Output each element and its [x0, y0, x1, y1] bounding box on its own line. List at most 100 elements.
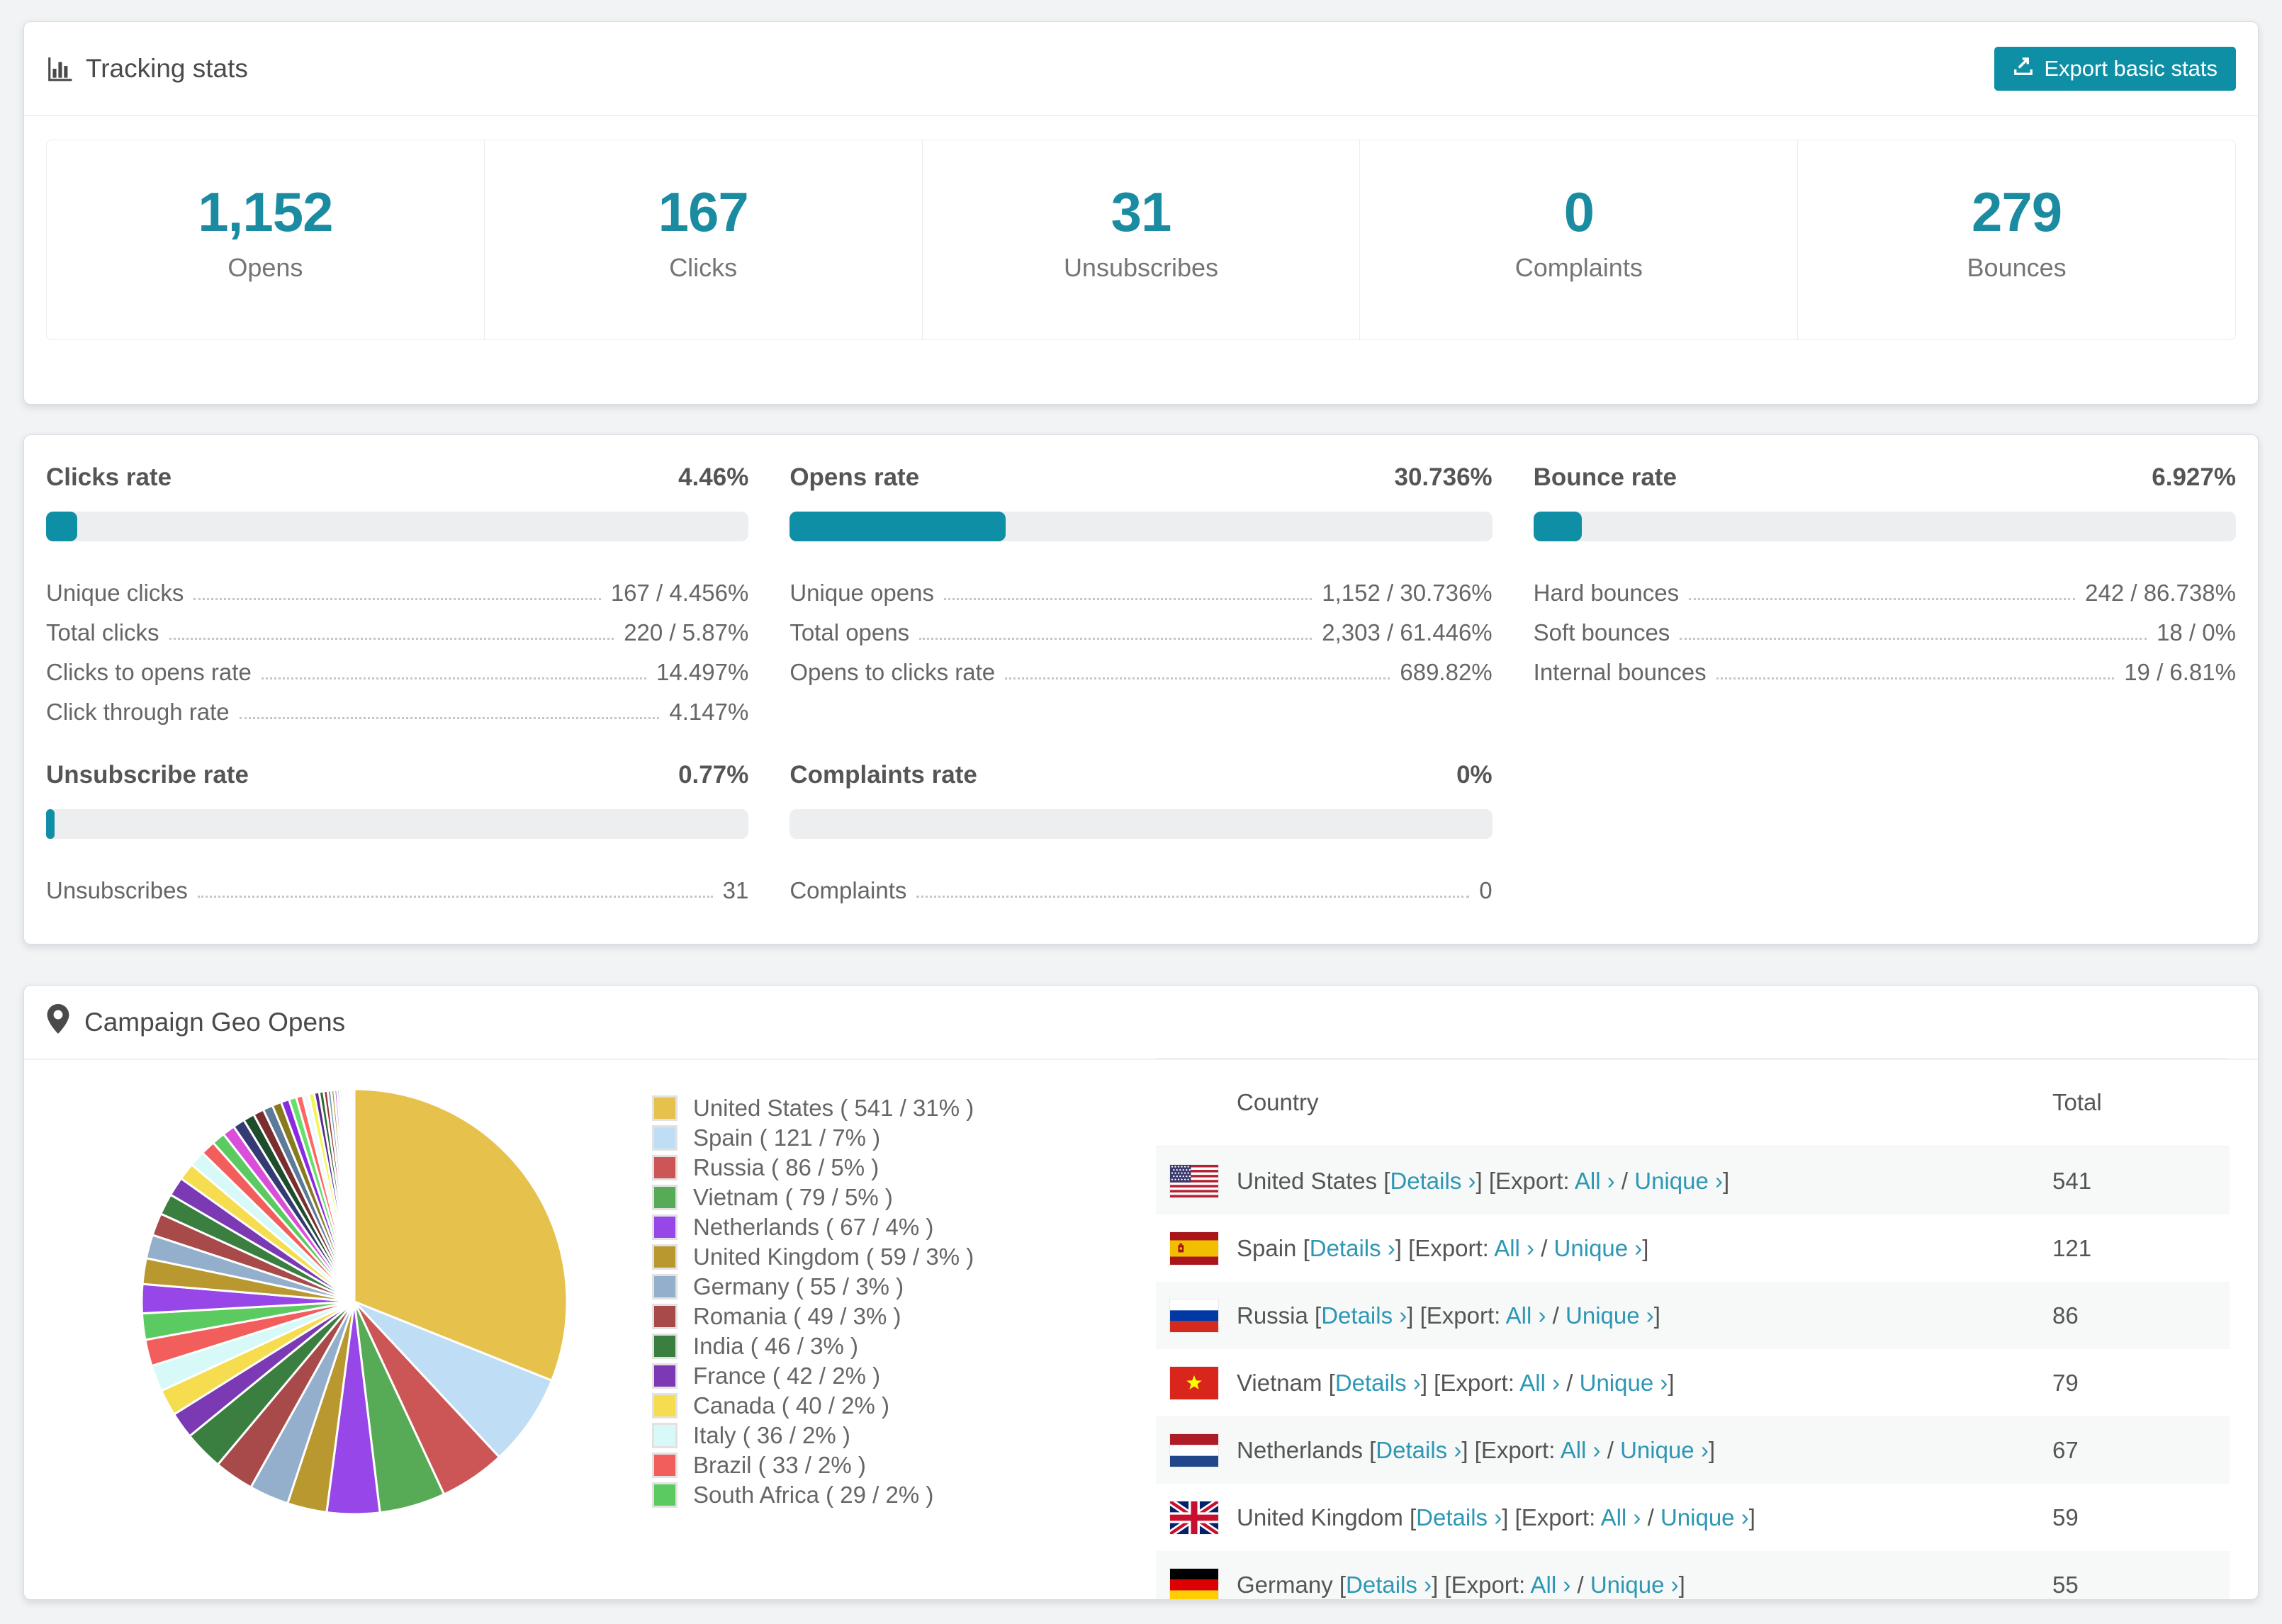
legend-item: South Africa ( 29 / 2% ) [652, 1480, 1141, 1510]
bracket: [ [1369, 1436, 1376, 1463]
rate-block: Clicks rate 4.46% Unique clicks 167 / 4.456… [46, 463, 749, 726]
details-link[interactable]: Details › [1376, 1437, 1461, 1463]
metric-value: 19 / 6.81% [2124, 659, 2236, 685]
stat-label: Clicks [669, 253, 738, 282]
metric-leader [193, 598, 601, 600]
rate-header: Complaints rate 0% [789, 761, 1492, 789]
export-basic-stats-button[interactable]: Export basic stats [1994, 46, 2236, 91]
legend-label: Vietnam ( 79 / 5% ) [693, 1184, 893, 1210]
legend-item: United States ( 541 / 31% ) [652, 1093, 1141, 1123]
metric-value: 2,303 / 61.446% [1322, 619, 1493, 645]
metric-row: Click through rate 4.147% [46, 686, 748, 726]
stat-value: 0 [1563, 181, 1595, 243]
table-row: Russia [Details ›] [Export: All › / Uniq… [1156, 1282, 2230, 1349]
bracket: ] [Export: [1407, 1302, 1506, 1329]
bracket: ] [1653, 1302, 1660, 1329]
details-link[interactable]: Details › [1335, 1370, 1421, 1396]
metric-row: Hard bounces 242 / 86.738% [1534, 567, 2236, 607]
gb-flag-icon [1170, 1501, 1218, 1534]
table-row: Netherlands [Details ›] [Export: All › /… [1156, 1416, 2230, 1484]
vn-flag-icon [1170, 1366, 1218, 1399]
separator: / [1546, 1302, 1566, 1329]
separator: / [1534, 1234, 1554, 1261]
details-link[interactable]: Details › [1321, 1302, 1407, 1329]
column-header-total: Total [2052, 1089, 2102, 1115]
export-unique-link[interactable]: Unique › [1620, 1437, 1709, 1463]
export-all-link[interactable]: All › [1494, 1235, 1534, 1261]
rate-title: Opens rate [789, 463, 920, 491]
legend-swatch [652, 1214, 678, 1240]
metric-label: Total opens [789, 619, 910, 645]
export-unique-link[interactable]: Unique › [1566, 1302, 1654, 1329]
metric-label: Complaints [789, 877, 907, 903]
legend-label: Netherlands ( 67 / 4% ) [693, 1214, 934, 1240]
total-value: 79 [2052, 1369, 2079, 1396]
stat-label: Bounces [1967, 253, 2067, 282]
us-flag-icon [1170, 1164, 1218, 1197]
ru-flag-icon [1170, 1299, 1218, 1332]
legend-swatch [652, 1453, 678, 1478]
legend-item: Russia ( 86 / 5% ) [652, 1153, 1141, 1183]
stat-card: 0 Complaints [1359, 140, 1799, 340]
export-unique-link[interactable]: Unique › [1660, 1504, 1749, 1530]
legend-item: India ( 46 / 3% ) [652, 1331, 1141, 1361]
legend-label: Germany ( 55 / 3% ) [693, 1273, 904, 1299]
export-all-link[interactable]: All › [1530, 1572, 1570, 1598]
metric-label: Unique opens [789, 580, 934, 606]
export-all-link[interactable]: All › [1561, 1437, 1601, 1463]
stat-value: 167 [658, 181, 749, 243]
progress-bar [789, 512, 1493, 541]
legend-item: Germany ( 55 / 3% ) [652, 1272, 1141, 1302]
metric-leader [261, 677, 647, 680]
details-link[interactable]: Details › [1310, 1235, 1395, 1261]
details-link[interactable]: Details › [1346, 1572, 1432, 1598]
metric-leader [1680, 638, 2147, 640]
map-pin-icon [46, 1004, 70, 1040]
metric-value: 31 [722, 877, 749, 903]
metric-value: 220 / 5.87% [624, 619, 749, 645]
export-unique-link[interactable]: Unique › [1590, 1572, 1679, 1598]
export-all-link[interactable]: All › [1506, 1302, 1546, 1329]
export-all-link[interactable]: All › [1519, 1370, 1560, 1396]
stat-label: Opens [227, 253, 303, 282]
bracket: ] [Export: [1476, 1167, 1575, 1194]
stat-summary-row: 1,152 Opens 167 Clicks 31 Unsubscribes 0 Compla… [46, 140, 2236, 340]
legend-label: South Africa ( 29 / 2% ) [693, 1482, 934, 1508]
export-unique-link[interactable]: Unique › [1634, 1168, 1723, 1194]
metric-value: 18 / 0% [2157, 619, 2236, 645]
metric-value: 167 / 4.456% [610, 580, 749, 606]
legend-item: United Kingdom ( 59 / 3% ) [652, 1242, 1141, 1272]
tracking-stats-card: Tracking stats Export basic stats 1,152 O… [23, 21, 2259, 405]
metric-row: Soft bounces 18 / 0% [1534, 607, 2236, 646]
legend-label: Romania ( 49 / 3% ) [693, 1303, 901, 1329]
geo-title: Campaign Geo Opens [84, 1007, 346, 1037]
metric-rows: Unique clicks 167 / 4.456% Total clicks 220… [46, 567, 748, 726]
bracket: ] [1722, 1167, 1730, 1194]
export-all-link[interactable]: All › [1601, 1504, 1641, 1530]
legend-item: Brazil ( 33 / 2% ) [652, 1450, 1141, 1480]
details-link[interactable]: Details › [1416, 1504, 1502, 1530]
page: { "colors":{"accent":"#0f8fa5","link":"#… [0, 0, 2282, 1624]
stat-card: 279 Bounces [1797, 140, 2236, 340]
bracket: [ [1303, 1234, 1310, 1261]
legend-swatch [652, 1155, 678, 1180]
country-name: United Kingdom [1237, 1504, 1410, 1530]
export-unique-link[interactable]: Unique › [1554, 1235, 1643, 1261]
table-row: United States [Details ›] [Export: All ›… [1156, 1147, 2230, 1214]
page-title: Tracking stats [86, 53, 248, 83]
country-cell: Russia [Details ›] [Export: All › / Uniq… [1237, 1302, 2052, 1329]
country-name: Spain [1237, 1234, 1303, 1261]
progress-bar [789, 809, 1493, 839]
rate-value: 4.46% [678, 463, 749, 491]
metric-value: 0 [1479, 877, 1493, 903]
progress-bar [46, 512, 749, 541]
bracket: ] [1678, 1571, 1685, 1598]
stat-card: 31 Unsubscribes [921, 140, 1361, 340]
bar-chart-icon [46, 55, 73, 82]
details-link[interactable]: Details › [1390, 1168, 1476, 1194]
geo-header: Campaign Geo Opens [24, 986, 2258, 1060]
export-unique-link[interactable]: Unique › [1580, 1370, 1668, 1396]
metric-value: 4.147% [669, 699, 749, 725]
metric-label: Hard bounces [1533, 580, 1680, 606]
export-all-link[interactable]: All › [1575, 1168, 1615, 1194]
